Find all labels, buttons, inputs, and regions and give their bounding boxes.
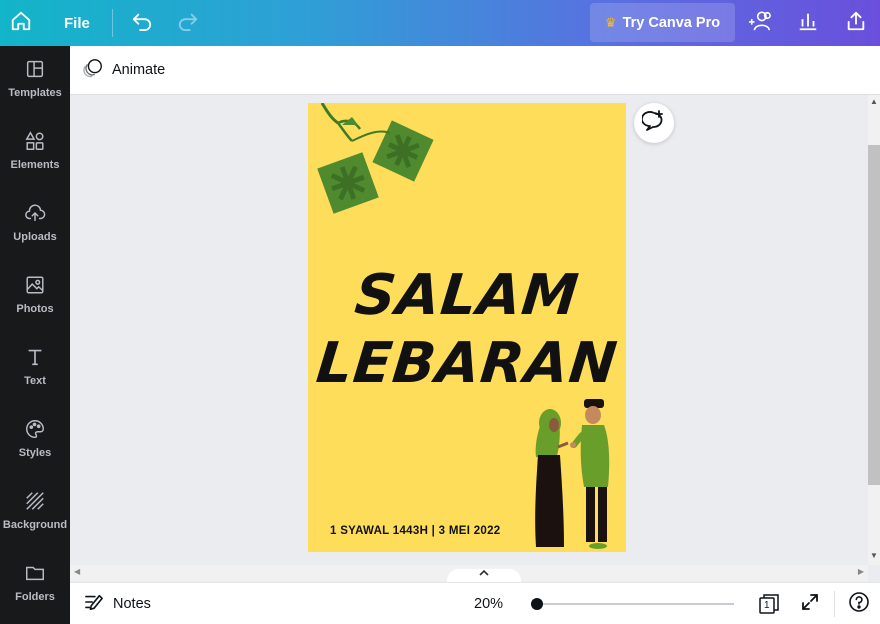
styles-icon (24, 418, 46, 443)
comment-add-icon (641, 109, 666, 138)
sidebar-item-photos[interactable]: Photos (0, 262, 70, 326)
text-icon (24, 346, 46, 371)
design-title-line-2[interactable]: LEBARAN (308, 331, 626, 396)
fullscreen-button[interactable] (798, 592, 822, 616)
folders-icon (24, 562, 46, 587)
bottom-divider (834, 591, 835, 617)
couple-illustration (528, 395, 626, 552)
upload-share-button[interactable] (832, 0, 880, 46)
animate-button[interactable]: Animate (82, 57, 165, 83)
sidebar-item-label: Folders (15, 590, 55, 603)
design-page[interactable]: SALAM LEBARAN 1 SYAWAL 1443H | 3 MEI 202… (308, 103, 626, 552)
home-icon (10, 10, 32, 37)
sidebar-item-label: Elements (10, 158, 60, 171)
try-pro-label: Try Canva Pro (622, 14, 721, 31)
share-people-icon (747, 10, 773, 37)
home-button[interactable] (0, 0, 42, 46)
page-count-number: 1 (764, 600, 770, 611)
elements-icon (24, 130, 46, 155)
upload-share-icon (845, 10, 867, 37)
redo-icon (177, 11, 199, 36)
top-bar: File ♛ Try Canva Pro (0, 0, 880, 46)
sidebar-item-text[interactable]: Text (0, 334, 70, 398)
context-toolbar: Animate (70, 46, 880, 95)
zoom-slider-track[interactable] (536, 603, 734, 605)
vertical-scroll-thumb[interactable] (868, 145, 880, 485)
uploads-icon (24, 202, 46, 227)
sidebar-item-label: Templates (8, 86, 62, 99)
animate-icon (82, 57, 104, 83)
sidebar-item-label: Photos (16, 302, 54, 315)
analytics-icon (797, 10, 819, 37)
templates-icon (24, 58, 46, 83)
background-icon (24, 490, 46, 515)
vertical-scrollbar[interactable]: ▲ ▼ (868, 95, 880, 565)
left-sidebar: Templates Elements Uploads Photos Text S… (0, 46, 70, 624)
scroll-left-arrow-icon[interactable]: ◀ (74, 567, 80, 576)
bottom-bar: Notes 20% 1 (70, 582, 880, 624)
page-count-button[interactable]: 1 (757, 592, 781, 616)
scroll-up-arrow-icon[interactable]: ▲ (870, 97, 878, 106)
help-icon (848, 591, 870, 618)
scroll-right-arrow-icon[interactable]: ▶ (858, 567, 864, 576)
chevron-up-icon (479, 569, 489, 580)
sidebar-item-label: Background (2, 518, 68, 531)
analytics-button[interactable] (784, 0, 832, 46)
sidebar-item-label: Text (24, 374, 46, 387)
crown-icon: ♛ (604, 14, 617, 30)
undo-icon (131, 11, 153, 36)
file-menu-button[interactable]: File (42, 0, 112, 46)
notes-label: Notes (113, 596, 151, 612)
photos-icon (24, 274, 46, 299)
sidebar-item-label: Uploads (13, 230, 57, 243)
sidebar-item-uploads[interactable]: Uploads (0, 190, 70, 254)
design-title-line-1[interactable]: SALAM (308, 263, 626, 328)
sidebar-item-templates[interactable]: Templates (0, 46, 70, 110)
sidebar-item-elements[interactable]: Elements (0, 118, 70, 182)
add-comment-button[interactable] (634, 103, 674, 143)
animate-label: Animate (112, 62, 166, 78)
notes-icon (84, 593, 104, 615)
share-people-button[interactable] (736, 0, 784, 46)
sidebar-item-folders[interactable]: Folders (0, 550, 70, 614)
redo-button[interactable] (173, 0, 203, 46)
design-date-text[interactable]: 1 SYAWAL 1443H | 3 MEI 2022 (330, 525, 501, 537)
sidebar-item-styles[interactable]: Styles (0, 406, 70, 470)
try-canva-pro-button[interactable]: ♛ Try Canva Pro (590, 3, 735, 42)
undo-button[interactable] (127, 0, 157, 46)
help-button[interactable] (847, 591, 871, 618)
fullscreen-icon (800, 592, 820, 617)
ketupat-illustration (308, 103, 448, 228)
scroll-down-arrow-icon[interactable]: ▼ (870, 551, 878, 560)
pages-icon: 1 (758, 593, 780, 615)
sidebar-item-background[interactable]: Background (0, 478, 70, 542)
toolbar-divider (111, 9, 113, 37)
notes-button[interactable]: Notes (84, 593, 151, 615)
sidebar-item-label: Styles (18, 446, 52, 459)
canvas-area: SALAM LEBARAN 1 SYAWAL 1443H | 3 MEI 202… (70, 95, 868, 565)
zoom-slider-handle[interactable] (531, 598, 543, 610)
zoom-percentage[interactable]: 20% (474, 596, 503, 612)
